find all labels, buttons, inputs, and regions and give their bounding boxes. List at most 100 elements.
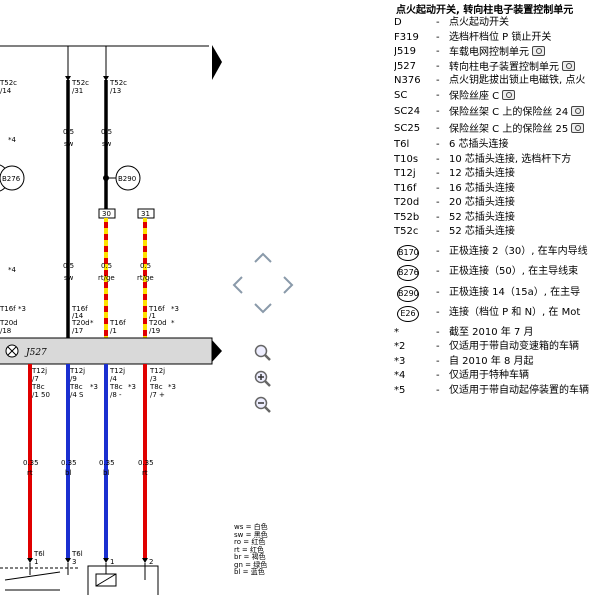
camera-icon[interactable] <box>562 60 575 71</box>
zoom-fit-button[interactable] <box>254 344 272 362</box>
component-arrow <box>212 340 222 362</box>
legend-dash: - <box>436 307 440 318</box>
camera-icon[interactable] <box>532 46 545 56</box>
legend-dash: - <box>436 211 440 223</box>
camera-icon[interactable] <box>571 122 585 133</box>
legend-code: D <box>394 17 402 28</box>
pan-up-button[interactable] <box>254 252 272 264</box>
legend-desc: 截至 2010 年 7 月 <box>449 326 534 338</box>
svg-text:T8c: T8c <box>149 383 163 391</box>
legend-dash: - <box>436 326 440 338</box>
legend-code: SC <box>394 89 408 101</box>
camera-icon[interactable] <box>571 106 585 116</box>
legend-code: *3 <box>394 355 406 367</box>
wire-color-label: sw <box>64 140 74 148</box>
fuse-31-label: 31 <box>141 210 150 218</box>
svg-text:*: * <box>171 319 175 327</box>
svg-text:/4: /4 <box>110 375 117 383</box>
legend-dash: - <box>436 75 440 86</box>
svg-text:T12j: T12j <box>109 367 125 375</box>
svg-text:*3: *3 <box>90 383 98 391</box>
fuse-30-label: 30 <box>102 210 111 218</box>
svg-text:*: * <box>90 319 94 327</box>
color-legend: ws = 白色 sw = 黑色 ro = 红色 rt = 红色 br = 褐色 gn = … <box>234 523 268 577</box>
wire-color-label: sw <box>64 274 74 282</box>
pan-right-button[interactable] <box>282 276 294 294</box>
legend-code: T20d <box>394 197 420 208</box>
connector-symbol: E26 <box>394 303 420 323</box>
color-abbrev: bl = 蓝色 <box>234 568 265 576</box>
legend-dash: - <box>436 197 440 208</box>
top-t52c-b-pin: /13 <box>110 87 121 95</box>
svg-text:/19: /19 <box>149 327 160 335</box>
page-next-arrow[interactable] <box>212 45 222 80</box>
svg-text:*3: *3 <box>128 383 136 391</box>
camera-icon[interactable] <box>502 89 516 100</box>
svg-text:T20d: T20d <box>148 319 167 327</box>
legend-desc: 仅适用于带自动变速箱的车辆 <box>449 341 579 352</box>
svg-text:3: 3 <box>72 558 76 566</box>
wire-size-label: 0.5 <box>63 128 74 136</box>
legend-title: 点火起动开关, 转向柱电子装置控制单元 <box>396 5 574 16</box>
svg-text:T8c: T8c <box>31 383 45 391</box>
legend-code: J519 <box>394 46 417 57</box>
legend-desc: 12 芯插头连接 <box>449 168 515 179</box>
legend-desc: 52 芯插头连接 <box>449 226 515 237</box>
connector-symbol: B276 <box>394 262 420 282</box>
legend-dash: - <box>436 286 440 298</box>
svg-text:/17: /17 <box>72 327 83 335</box>
wire-size-label: 0.35 <box>138 459 154 467</box>
legend-desc: 连接（档位 P 和 N）, 在 Mot <box>449 307 581 318</box>
svg-text:2: 2 <box>149 558 153 566</box>
svg-text:/3: /3 <box>150 375 157 383</box>
legend-code: *5 <box>394 384 406 396</box>
svg-text:T8c: T8c <box>69 383 83 391</box>
wire-size-label: 0.35 <box>99 459 115 467</box>
zoom-in-button[interactable] <box>254 370 272 388</box>
t16f-t20d-labels: T16f *3 T20d /18 T16f /14 T20d /17 T16f … <box>0 305 179 335</box>
pan-down-button[interactable] <box>254 302 272 314</box>
legend-desc: 16 芯插头连接 <box>449 182 515 194</box>
legend-desc: 自 2010 年 8 月起 <box>449 355 534 367</box>
svg-text:/4 S: /4 S <box>70 391 84 399</box>
legend-dash: - <box>436 370 440 381</box>
wire-size-label: 0.5 <box>101 128 112 136</box>
wire-size-label: 0.5 <box>140 262 151 270</box>
svg-text:/8 -: /8 - <box>110 391 122 399</box>
zoom-out-button[interactable] <box>254 396 272 414</box>
svg-text:1: 1 <box>110 558 114 566</box>
legend-code: T10s <box>394 153 419 165</box>
legend-code: T52c <box>394 226 419 237</box>
legend-desc: 正极连接 14（15a）, 在主导 <box>449 286 581 298</box>
legend-desc: 正极连接 2（30）, 在车内导线 <box>449 245 588 257</box>
wire-size-label: 0.5 <box>63 262 74 270</box>
legend-code: T52b <box>394 211 420 223</box>
top-t52c-a-label: T52c <box>71 79 89 87</box>
legend-code: * <box>394 326 399 338</box>
wire-color-label: rt/ge <box>98 274 115 282</box>
legend-dash: - <box>436 122 440 134</box>
top-t52c-a-pin: /31 <box>72 87 83 95</box>
svg-text:T8c: T8c <box>109 383 123 391</box>
legend-code: T12j <box>394 168 416 179</box>
bottom-connectors: T6l 1 T6l 3 1 2 <box>0 550 159 595</box>
pan-left-button[interactable] <box>232 276 244 294</box>
j527-label: J527 <box>24 348 47 358</box>
svg-text:T6l: T6l <box>33 550 45 558</box>
svg-text:/7 +: /7 + <box>150 391 165 399</box>
legend-desc: 点火钥匙拔出锁止电磁铁, 点火 <box>449 75 586 86</box>
svg-text:T12j: T12j <box>31 367 47 375</box>
legend-code: T16f <box>394 182 417 194</box>
legend-desc: 保险丝座 C <box>449 89 516 104</box>
legend-desc: 车载电网控制单元 <box>449 45 545 60</box>
legend-dash: - <box>436 17 440 28</box>
wire-size-label: 0.5 <box>101 262 112 270</box>
legend-desc: 转向柱电子装置控制单元 <box>449 60 575 75</box>
svg-text:T12j: T12j <box>149 367 165 375</box>
connector-b276-label: B276 <box>2 175 21 183</box>
legend-desc: 保险丝架 C 上的保险丝 25 <box>449 122 585 137</box>
legend-desc: 10 芯插头连接, 选档杆下方 <box>449 153 572 165</box>
wire-size-label: 0.35 <box>61 459 77 467</box>
legend-code: T6l <box>394 139 410 150</box>
note-star4: *4 <box>8 266 17 274</box>
